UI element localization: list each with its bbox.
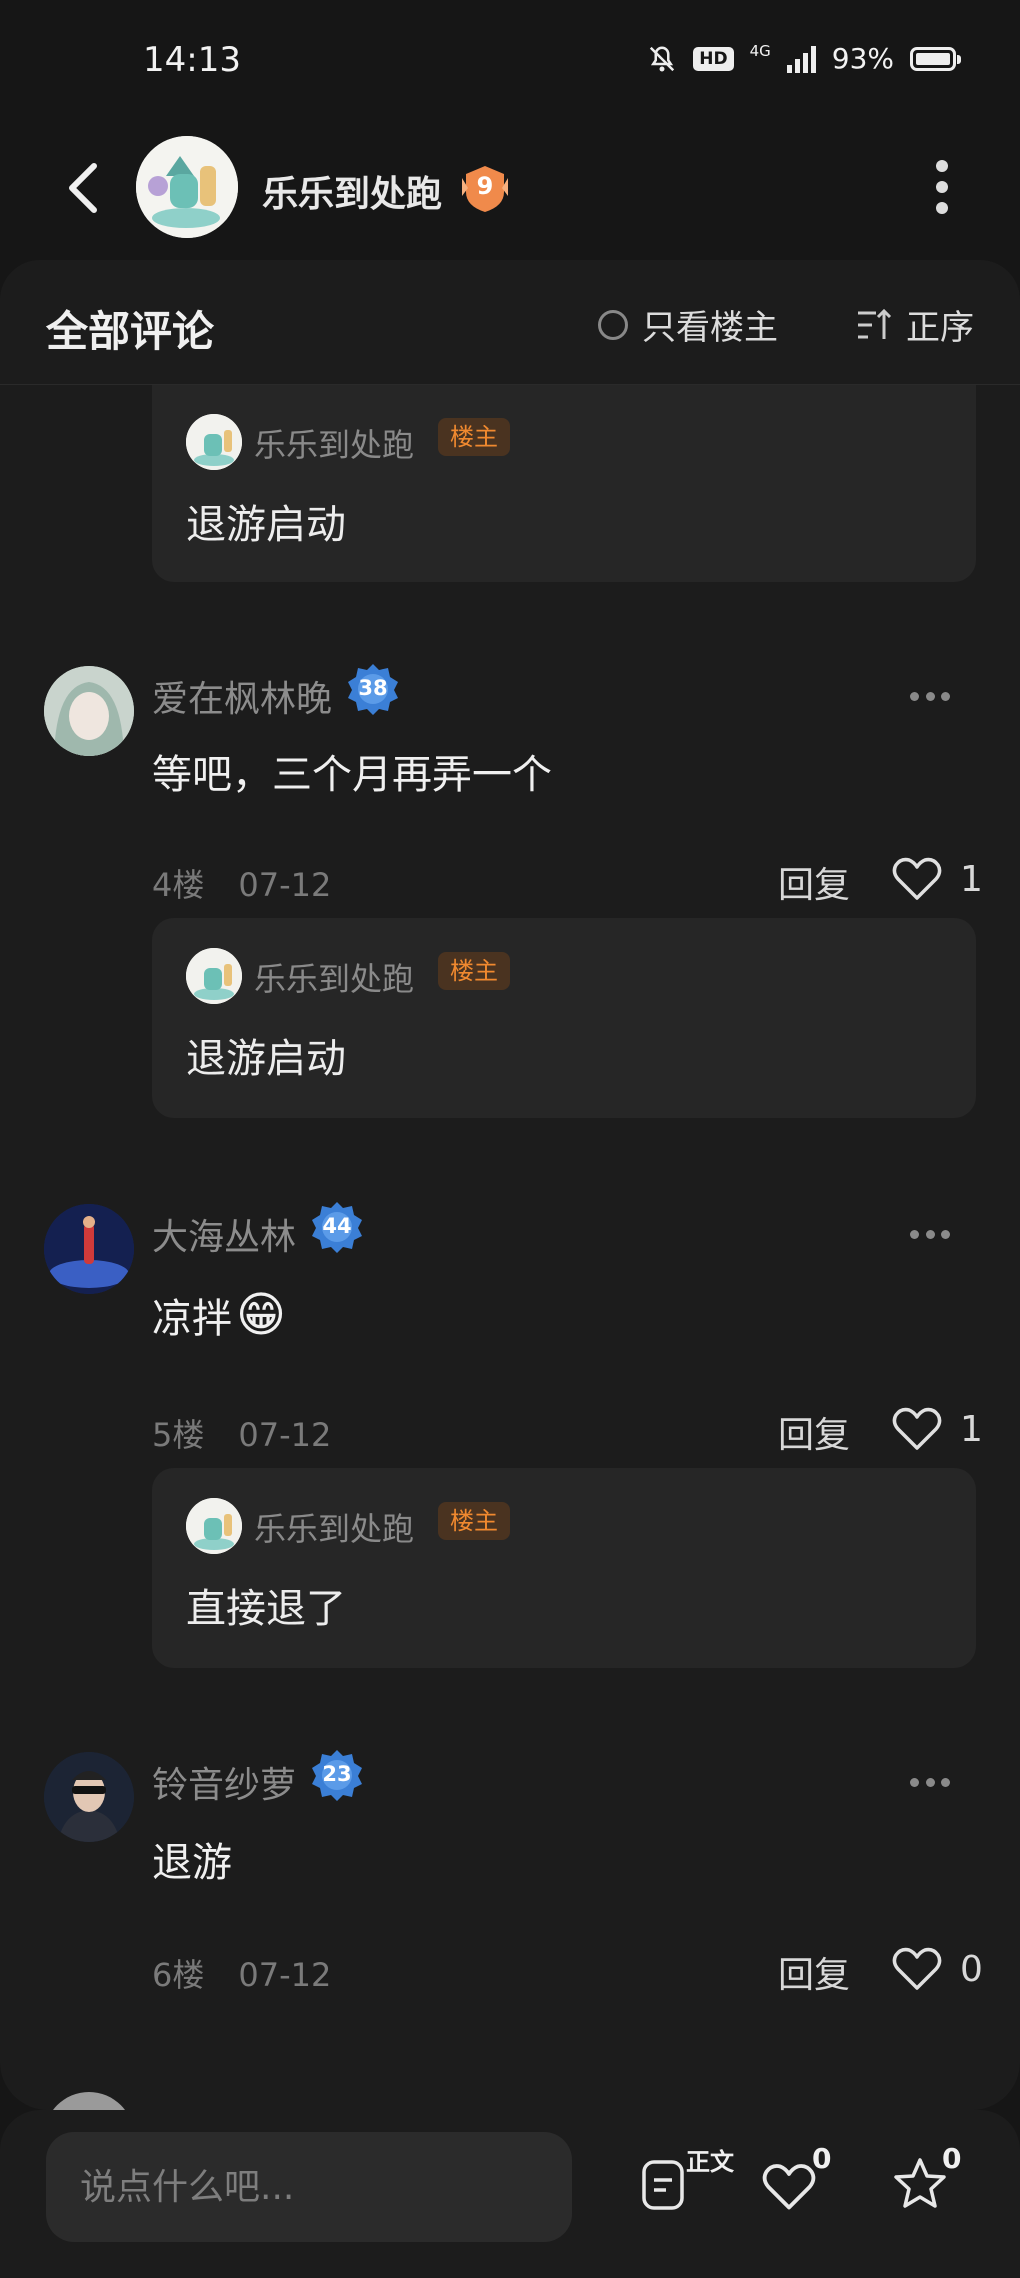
reply-button[interactable]: 回复 <box>778 1406 850 1458</box>
op-tag: 楼主 <box>438 1502 510 1540</box>
like-count: 1 <box>960 858 983 900</box>
reply-author[interactable]: 乐乐到处跑 <box>254 954 414 1000</box>
comments-title: 全部评论 <box>46 307 215 356</box>
reply-text: 退游启动 <box>186 1036 346 1082</box>
author-avatar[interactable] <box>136 136 238 238</box>
comments-header: 全部评论 只看楼主 正序 <box>0 260 1020 385</box>
level-number: 38 <box>358 676 388 700</box>
reply-avatar[interactable] <box>186 414 242 470</box>
status-time: 14:13 <box>143 40 241 80</box>
reply-button[interactable]: 回复 <box>778 1946 850 1998</box>
reply-author[interactable]: 乐乐到处跑 <box>254 420 414 466</box>
like-post-icon[interactable] <box>762 2162 816 2212</box>
like-count: 0 <box>960 1948 983 1990</box>
reply-button[interactable]: 回复 <box>778 856 850 908</box>
op-tag: 楼主 <box>438 418 510 456</box>
battery-percent: 93% <box>831 42 894 75</box>
floor-number: 4楼 <box>152 866 205 904</box>
author-name[interactable]: 乐乐到处跑 <box>262 165 442 217</box>
reply-text: 直接退了 <box>186 1586 346 1632</box>
sort-icon <box>858 308 892 339</box>
level-number: 23 <box>322 1762 352 1786</box>
reply-box[interactable]: 乐乐到处跑 楼主 退游启动 <box>152 918 976 1118</box>
level-badge: 38 <box>346 662 400 716</box>
heart-icon <box>892 857 942 900</box>
comments-sheet: 全部评论 只看楼主 正序 乐乐到处跑 楼主 退游启动 爱在枫林晚 38 等吧，三… <box>0 260 1020 2110</box>
reply-avatar[interactable] <box>186 1498 242 1554</box>
op-only-label: 只看楼主 <box>642 308 778 348</box>
comment-text: 退游 <box>152 1840 232 1886</box>
op-tag: 楼主 <box>438 952 510 990</box>
like-count: 1 <box>960 1408 983 1450</box>
sort-label: 正序 <box>906 308 974 348</box>
favorite-count: 0 <box>942 2142 962 2175</box>
star-icon[interactable] <box>892 2156 948 2212</box>
reply-text: 退游启动 <box>186 502 346 548</box>
level-number: 44 <box>322 1214 352 1238</box>
floor-number: 5楼 <box>152 1416 205 1454</box>
grin-emoji: 😁 <box>236 1287 287 1343</box>
level-badge: 44 <box>310 1200 364 1254</box>
comment-text-row: 凉拌 😁 <box>152 1286 286 1344</box>
post-body-label: 正文 <box>686 2148 734 2176</box>
level-number: 9 <box>476 172 494 200</box>
comment-more-icon[interactable] <box>910 692 950 702</box>
heart-icon <box>892 1947 942 1990</box>
comment-date: 07-12 <box>238 1956 332 1994</box>
bell-off-icon <box>650 45 675 71</box>
reply-author[interactable]: 乐乐到处跑 <box>254 1504 414 1550</box>
signal-icon <box>786 45 816 73</box>
comment-text: 等吧，三个月再弄一个 <box>152 752 552 798</box>
radio-icon <box>598 309 628 340</box>
comment-date: 07-12 <box>238 866 332 904</box>
commenter-avatar[interactable] <box>44 1204 134 1294</box>
level-badge: 23 <box>310 1748 364 1802</box>
comment-meta: 5楼 07-12 <box>152 1410 331 1456</box>
commenter-avatar[interactable] <box>44 2092 134 2110</box>
battery-icon <box>910 46 961 71</box>
more-options-icon[interactable] <box>934 160 950 214</box>
commenter-avatar[interactable] <box>44 1752 134 1842</box>
commenter-name[interactable]: 爱在枫林晚 <box>152 670 332 722</box>
reply-box[interactable]: 乐乐到处跑 楼主 退游启动 <box>152 382 976 582</box>
like-button[interactable]: 0 <box>892 1946 983 1992</box>
level-badge: 9 <box>458 162 512 216</box>
commenter-name[interactable]: 大海丛林 <box>152 1208 296 1260</box>
network-type: 4G <box>749 41 771 60</box>
sort-toggle[interactable]: 正序 <box>856 300 974 349</box>
status-icons: HD 4G 93% <box>647 41 961 75</box>
back-arrow-icon[interactable] <box>64 160 104 216</box>
op-only-toggle[interactable]: 只看楼主 <box>598 300 778 349</box>
heart-icon <box>892 1407 942 1450</box>
comment-date: 07-12 <box>238 1416 332 1454</box>
comment-more-icon[interactable] <box>910 1230 950 1240</box>
like-button[interactable]: 1 <box>892 1406 983 1452</box>
reply-avatar[interactable] <box>186 948 242 1004</box>
comment-meta: 4楼 07-12 <box>152 860 331 906</box>
commenter-avatar[interactable] <box>44 666 134 756</box>
reply-box[interactable]: 乐乐到处跑 楼主 直接退了 <box>152 1468 976 1668</box>
comment-more-icon[interactable] <box>910 1778 950 1788</box>
floor-number: 6楼 <box>152 1956 205 1994</box>
comment-input[interactable] <box>46 2132 572 2242</box>
comment-text: 凉拌 <box>152 1296 232 1342</box>
post-body-icon[interactable] <box>640 2158 686 2212</box>
like-button[interactable]: 1 <box>892 856 983 902</box>
commenter-name[interactable]: 铃音纱萝 <box>152 1756 296 1808</box>
comment-meta: 6楼 07-12 <box>152 1950 331 1996</box>
hd-icon: HD <box>693 46 734 71</box>
like-post-count: 0 <box>812 2142 832 2175</box>
